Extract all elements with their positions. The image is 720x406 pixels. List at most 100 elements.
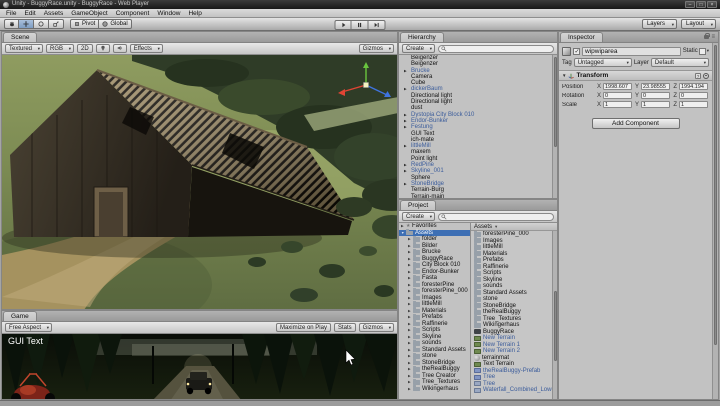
hierarchy-list: Beigenzer Beigenzer Brucke Camera Cube	[399, 55, 552, 198]
layer-value: Default	[654, 60, 674, 66]
assets-breadcrumb[interactable]: Assets	[471, 223, 557, 231]
minimize-button[interactable]	[685, 1, 695, 8]
axis-z-field[interactable]: 0	[679, 91, 708, 100]
help-icon[interactable]	[695, 72, 701, 79]
hierarchy-item[interactable]: Terrain-main	[399, 194, 552, 198]
layer-dropdown[interactable]: Default	[650, 58, 710, 67]
hierarchy-tabbar: Hierarchy	[399, 32, 557, 43]
move-tool-icon	[23, 21, 29, 27]
axis-z-field[interactable]: 1994.194	[679, 82, 708, 91]
hierarchy-create-dropdown[interactable]: Create	[402, 44, 436, 53]
axis-z-label: Z	[673, 83, 677, 90]
folder-icon	[413, 326, 420, 333]
panel-menu-icon[interactable]: ≡	[711, 34, 715, 40]
scene-gizmos-label: Gizmos	[362, 46, 383, 52]
tag-dropdown[interactable]: Untagged	[573, 58, 632, 67]
axis-z-field[interactable]: 1	[679, 100, 708, 109]
tab-scene[interactable]: Scene	[3, 32, 38, 42]
scene-gizmos-dropdown[interactable]: Gizmos	[358, 44, 394, 53]
stats-button[interactable]: Stats	[333, 323, 356, 332]
axis-x-field[interactable]: 1	[603, 100, 632, 109]
game-gizmos-dropdown[interactable]: Gizmos	[358, 323, 394, 332]
pause-button[interactable]	[351, 19, 369, 30]
hierarchy-item-label: maxem	[411, 149, 431, 156]
play-button[interactable]	[334, 19, 352, 30]
layout-label: Layout	[685, 21, 704, 27]
axis-y-label: Y	[634, 92, 639, 99]
layers-label: Layers	[646, 21, 665, 27]
static-checkbox[interactable]	[698, 47, 706, 55]
folder-icon	[413, 268, 420, 274]
folder-icon	[413, 274, 420, 281]
axis-y-field[interactable]: 23.98555	[641, 82, 670, 91]
layout-dropdown[interactable]: Layout	[680, 19, 716, 29]
draw-mode-dropdown[interactable]: Textured	[5, 44, 44, 53]
axis-z-label: Z	[673, 101, 677, 108]
asset-icon	[474, 387, 481, 393]
project-assets-scrollbar[interactable]	[552, 231, 557, 399]
folder-icon	[413, 235, 420, 242]
hierarchy-item-label: Cube	[411, 80, 426, 87]
hierarchy-item-label: Beigenzer	[411, 55, 439, 61]
game-toolbar: Free Aspect Maximize on Play Stats Gizmo…	[2, 322, 397, 334]
close-button[interactable]	[707, 1, 717, 8]
static-dropdown-icon[interactable]	[707, 48, 709, 54]
effects-dropdown[interactable]: Effects	[129, 44, 163, 53]
menu-item[interactable]: Edit	[20, 9, 39, 18]
render-mode-dropdown[interactable]: RGB	[46, 44, 75, 53]
hand-tool-button[interactable]	[4, 19, 19, 29]
step-button[interactable]	[368, 19, 386, 30]
scale-tool-button[interactable]	[49, 19, 64, 29]
transform-row: Scale X 1 Y 1 Z 1	[562, 100, 709, 109]
maximize-button[interactable]	[696, 1, 706, 8]
aspect-dropdown[interactable]: Free Aspect	[5, 323, 53, 332]
tab-inspector[interactable]: Inspector	[560, 32, 603, 42]
layers-dropdown[interactable]: Layers	[641, 19, 677, 29]
foldout-icon[interactable]	[562, 73, 566, 78]
hierarchy-search-input[interactable]	[438, 44, 554, 53]
move-tool-button[interactable]	[19, 19, 34, 29]
project-asset-row[interactable]: Waterfall_Combined_Lower	[471, 387, 552, 394]
axis-x-field[interactable]: 0	[603, 91, 632, 100]
global-toggle-button[interactable]: Global	[99, 19, 132, 29]
project-create-dropdown[interactable]: Create	[402, 212, 436, 221]
active-checkbox[interactable]	[573, 47, 580, 55]
scene-audio-toggle[interactable]	[112, 44, 127, 53]
tab-project[interactable]: Project	[400, 200, 437, 210]
transform-component-header[interactable]: Transform	[559, 70, 712, 81]
menu-item[interactable]: GameObject	[67, 9, 112, 18]
project-folder-row[interactable]: Wikingerhaus	[399, 385, 470, 393]
add-component-button[interactable]: Add Component	[591, 118, 680, 129]
main-toolbar: Pivot Global Layers Layout	[0, 18, 720, 31]
menu-item[interactable]: Component	[112, 9, 154, 18]
pivot-toggle-button[interactable]: Pivot	[70, 19, 100, 29]
gear-icon[interactable]	[703, 72, 709, 79]
lock-icon[interactable]	[704, 32, 711, 39]
game-viewport[interactable]: GUI Text	[2, 334, 397, 399]
project-search-input[interactable]	[438, 212, 554, 221]
toolbar-right-group: Layers Layout	[641, 19, 716, 29]
inspector-scrollbar[interactable]	[712, 43, 718, 399]
scene-lighting-toggle[interactable]	[95, 44, 110, 53]
hierarchy-scrollbar[interactable]	[552, 55, 557, 198]
2d-toggle-button[interactable]: 2D	[77, 44, 93, 53]
gameobject-header: wipwiparea Static	[562, 45, 709, 57]
menu-item[interactable]: File	[2, 9, 20, 18]
handle-toggles: Pivot Global	[70, 19, 132, 29]
rotate-tool-button[interactable]	[34, 19, 49, 29]
tab-game[interactable]: Game	[3, 311, 37, 321]
maximize-on-play-button[interactable]: Maximize on Play	[275, 323, 331, 332]
pause-icon	[358, 22, 362, 27]
tab-hierarchy[interactable]: Hierarchy	[400, 32, 444, 42]
game-render	[2, 334, 397, 399]
project-folder-list: folder Bilder Brucke	[399, 235, 470, 393]
axis-x-field[interactable]: 1998.607	[603, 82, 632, 91]
object-name-field[interactable]: wipwiparea	[582, 46, 681, 56]
axis-y-field[interactable]: 0	[641, 91, 670, 100]
menu-item[interactable]: Help	[184, 9, 205, 18]
scene-viewport[interactable]	[2, 55, 397, 309]
menu-item[interactable]: Assets	[40, 9, 68, 18]
axis-y-field[interactable]: 1	[641, 100, 670, 109]
hierarchy-item-label: Beigenzer	[411, 61, 439, 68]
menu-item[interactable]: Window	[153, 9, 184, 18]
